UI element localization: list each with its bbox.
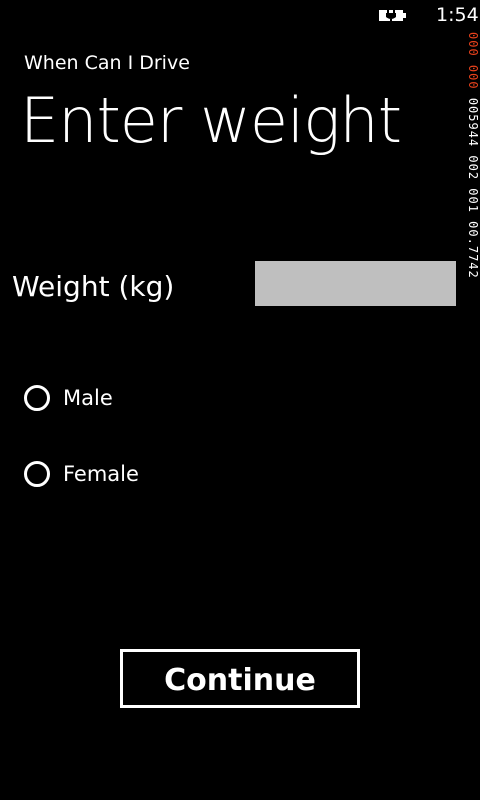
radio-male-label: Male [63, 386, 113, 410]
counters-text: 000 000 005944 002 001 00.7742 [466, 32, 480, 279]
status-clock: 1:54 [436, 4, 479, 26]
radio-female-label: Female [63, 462, 139, 486]
radio-circle-icon[interactable] [24, 461, 50, 487]
counter-white-values: 005944 002 001 00.7742 [466, 97, 480, 279]
weight-label: Weight (kg) [12, 270, 175, 303]
continue-button[interactable]: Continue [120, 649, 360, 708]
radio-male[interactable]: Male [24, 382, 113, 414]
weight-input[interactable] [255, 261, 456, 306]
counter-red-values: 000 000 [466, 32, 480, 90]
radio-circle-icon[interactable] [24, 385, 50, 411]
radio-female[interactable]: Female [24, 458, 139, 490]
page-title: Enter weight [20, 84, 402, 157]
status-bar: 1:54 [0, 0, 480, 32]
battery-charging-icon [379, 8, 406, 23]
app-title: When Can I Drive [24, 52, 190, 74]
frame-rate-counters: 000 000 005944 002 001 00.7742 [466, 32, 480, 392]
